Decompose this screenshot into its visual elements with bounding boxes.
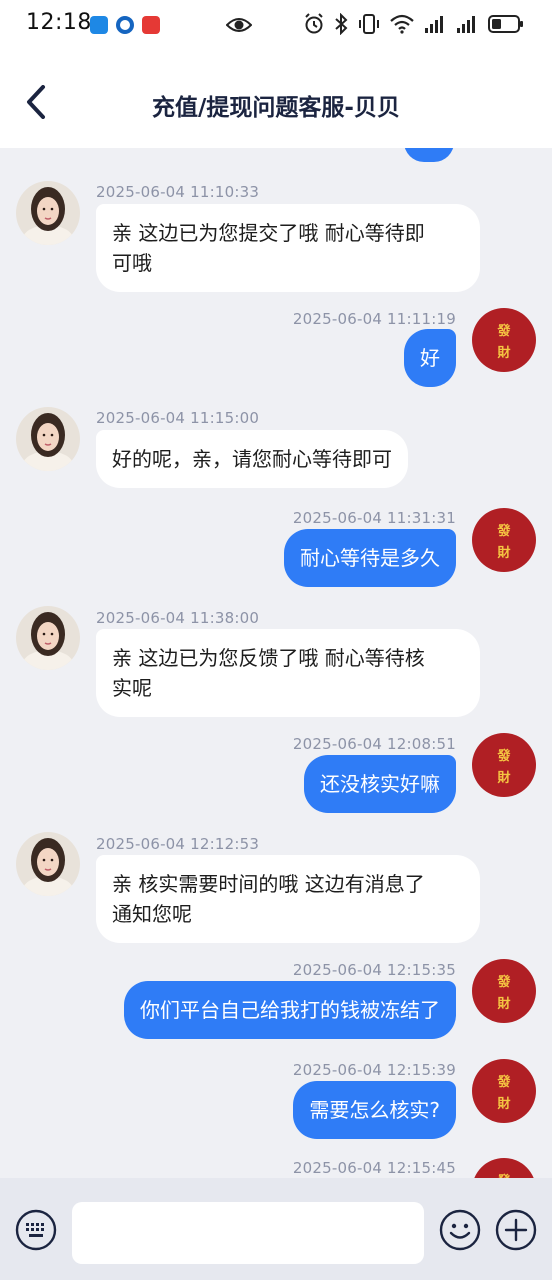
wifi-icon bbox=[390, 14, 414, 34]
avatar-char: 財 bbox=[497, 546, 511, 561]
message-text: 耐心等待是多久 bbox=[300, 546, 440, 570]
message-text: 你们平台自己给我打的钱被冻结了 bbox=[140, 998, 440, 1022]
status-icons bbox=[304, 13, 524, 35]
red-app-icon bbox=[142, 16, 160, 34]
status-time: 12:18 bbox=[26, 10, 92, 35]
message-text: 好 bbox=[420, 346, 440, 370]
emoji-button[interactable] bbox=[438, 1208, 482, 1252]
avatar-char: 財 bbox=[497, 997, 511, 1012]
outgoing-message-bubble[interactable]: 你们平台自己给我打的钱被冻结了 bbox=[124, 981, 456, 1039]
message-timestamp: 2025-06-04 11:11:19 bbox=[292, 310, 456, 328]
message-timestamp: 2025-06-04 11:38:00 bbox=[96, 609, 260, 627]
message-text-line: 可哦 bbox=[112, 251, 152, 275]
message-text: 还没核实好嘛 bbox=[320, 772, 440, 796]
message-timestamp: 2025-06-04 11:31:31 bbox=[292, 509, 456, 527]
message-text-line: 亲 这边已为您提交了哦 耐心等待即 bbox=[112, 221, 425, 245]
status-bar: 12:18 bbox=[0, 0, 552, 52]
incoming-message-bubble[interactable]: 亲 这边已为您提交了哦 耐心等待即 可哦 bbox=[96, 204, 480, 292]
message-timestamp: 2025-06-04 12:15:39 bbox=[292, 1061, 456, 1079]
battery-icon bbox=[488, 15, 523, 33]
user-avatar[interactable]: 發 財 bbox=[472, 1059, 536, 1123]
chat-message-list[interactable]: 2025-06-04 11:10:33 亲 这边已为您提交了哦 耐心等待即 可哦… bbox=[0, 148, 552, 1178]
keyboard-icon bbox=[15, 1209, 57, 1251]
message-timestamp: 2025-06-04 12:15:45 bbox=[292, 1159, 456, 1177]
message-timestamp: 2025-06-04 11:10:33 bbox=[96, 183, 260, 201]
user-avatar[interactable]: 發 財 bbox=[472, 508, 536, 572]
eye-icon bbox=[226, 18, 252, 32]
avatar-char: 財 bbox=[497, 1097, 511, 1112]
outgoing-message-bubble[interactable]: 耐心等待是多久 bbox=[284, 529, 456, 587]
signal-icon bbox=[457, 16, 475, 33]
signal-icon bbox=[425, 16, 443, 33]
avatar-char: 發 bbox=[497, 524, 511, 539]
outgoing-message-bubble[interactable]: 好 bbox=[404, 329, 456, 387]
chat-header: 充值/提现问题客服-贝贝 bbox=[0, 52, 552, 148]
avatar-char: 財 bbox=[497, 771, 511, 786]
message-text-line: 亲 核实需要时间的哦 这边有消息了 bbox=[112, 872, 425, 896]
avatar-char: 發 bbox=[497, 975, 511, 990]
user-avatar[interactable]: 發 財 bbox=[472, 308, 536, 372]
agent-avatar[interactable] bbox=[16, 181, 80, 245]
message-composer bbox=[0, 1178, 552, 1280]
avatar-char: 發 bbox=[497, 1075, 511, 1090]
message-timestamp: 2025-06-04 12:08:51 bbox=[292, 735, 456, 753]
message-timestamp: 2025-06-04 12:15:35 bbox=[292, 961, 456, 979]
user-avatar[interactable]: 發 財 bbox=[472, 733, 536, 797]
keyboard-button[interactable] bbox=[14, 1208, 58, 1252]
messenger-icon bbox=[116, 16, 134, 34]
outgoing-message-bubble[interactable]: 还没核实好嘛 bbox=[304, 755, 456, 813]
vibrate-icon bbox=[359, 14, 379, 34]
message-text-line: 通知您呢 bbox=[112, 902, 192, 926]
message-text-line: 实呢 bbox=[112, 676, 152, 700]
incoming-message-bubble[interactable]: 好的呢，亲，请您耐心等待即可 bbox=[96, 430, 408, 488]
user-avatar[interactable]: 發 財 bbox=[472, 959, 536, 1023]
avatar-char: 發 bbox=[497, 749, 511, 764]
message-text-line: 好的呢，亲，请您耐心等待即可 bbox=[112, 447, 392, 471]
agent-avatar[interactable] bbox=[16, 407, 80, 471]
message-text: 需要怎么核实? bbox=[309, 1098, 440, 1122]
message-timestamp: 2025-06-04 11:15:00 bbox=[96, 409, 260, 427]
message-timestamp: 2025-06-04 12:12:53 bbox=[96, 835, 260, 853]
agent-avatar[interactable] bbox=[16, 606, 80, 670]
user-avatar[interactable]: 發 bbox=[472, 1158, 536, 1178]
message-text-line: 亲 这边已为您反馈了哦 耐心等待核 bbox=[112, 646, 425, 670]
bluetooth-icon bbox=[335, 13, 348, 35]
plus-icon bbox=[495, 1209, 537, 1251]
avatar-char: 財 bbox=[497, 346, 511, 361]
blue-app-icon bbox=[90, 16, 108, 34]
incoming-message-bubble[interactable]: 亲 核实需要时间的哦 这边有消息了 通知您呢 bbox=[96, 855, 480, 943]
emoji-icon bbox=[439, 1209, 481, 1251]
avatar-char: 發 bbox=[472, 1170, 536, 1178]
agent-avatar[interactable] bbox=[16, 832, 80, 896]
page-title: 充值/提现问题客服-贝贝 bbox=[152, 95, 400, 121]
alarm-icon bbox=[305, 13, 323, 34]
more-options-button[interactable] bbox=[494, 1208, 538, 1252]
outgoing-message-bubble[interactable]: 需要怎么核实? bbox=[293, 1081, 456, 1139]
previous-message-bubble bbox=[404, 148, 454, 162]
message-input[interactable] bbox=[72, 1202, 424, 1264]
avatar-char: 發 bbox=[497, 324, 511, 339]
incoming-message-bubble[interactable]: 亲 这边已为您反馈了哦 耐心等待核 实呢 bbox=[96, 629, 480, 717]
